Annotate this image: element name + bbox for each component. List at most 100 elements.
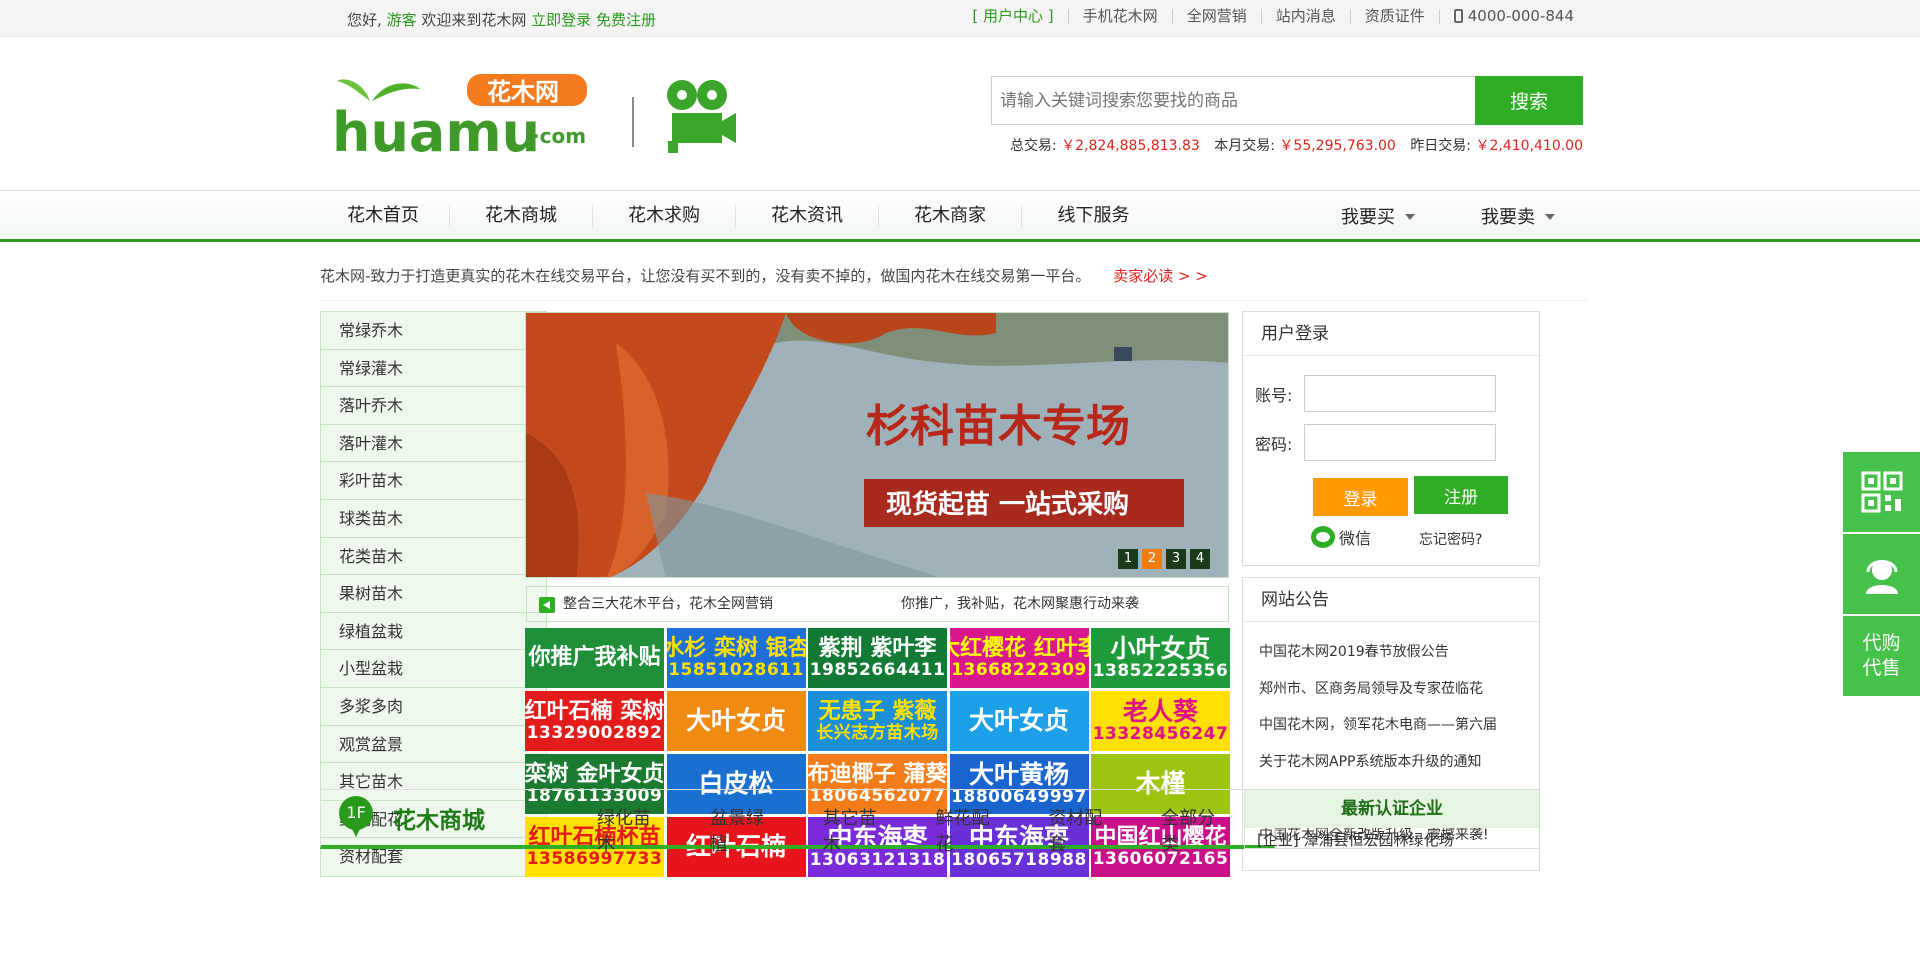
ad-tile[interactable]: 你推广我补贴 bbox=[525, 628, 664, 688]
chevron-down-icon bbox=[1545, 213, 1555, 220]
slogan-bar: 花木网-致力于打造更真实的花木在线交易平台，让您没有买不到的，没有卖不掉的，做国… bbox=[320, 242, 1588, 301]
nav-sell-dropdown[interactable]: 我要卖 bbox=[1448, 203, 1588, 229]
carousel-dot[interactable]: 3 bbox=[1166, 549, 1186, 569]
floor-link[interactable]: 其它苗木 bbox=[823, 804, 895, 856]
mobile-site-link[interactable]: 手机花木网 bbox=[1067, 9, 1172, 24]
movie-camera-icon[interactable] bbox=[660, 77, 740, 157]
phone-number: 4000-000-844 bbox=[1438, 9, 1588, 24]
carousel-dot[interactable]: 1 bbox=[1118, 549, 1138, 569]
marketing-link[interactable]: 全网营销 bbox=[1171, 9, 1261, 24]
nav-mall[interactable]: 花木商城 bbox=[450, 204, 593, 227]
category-item[interactable]: 果树苗木 bbox=[321, 575, 546, 613]
login-button[interactable]: 登录 bbox=[1313, 478, 1408, 516]
category-item[interactable]: 观赏盆景 bbox=[321, 726, 546, 764]
ad-title: 无患子 紫薇 bbox=[818, 698, 937, 724]
category-item[interactable]: 落叶乔木 bbox=[321, 387, 546, 425]
announcement-item[interactable]: 中国花木网，领军花木电商——第六届 bbox=[1259, 707, 1527, 744]
floor-link[interactable]: 绿化苗木 bbox=[597, 804, 669, 856]
seller-must-read-link[interactable]: 卖家必读 > > bbox=[1113, 267, 1208, 285]
password-input[interactable] bbox=[1304, 424, 1497, 461]
user-center-link[interactable]: [ 用户中心 ] bbox=[958, 9, 1067, 24]
ad-tile[interactable]: 大叶女贞 bbox=[666, 691, 806, 751]
announcement-item[interactable]: 关于花木网APP系统版本升级的通知 bbox=[1259, 744, 1527, 781]
category-item[interactable]: 小型盆栽 bbox=[321, 650, 546, 688]
nav-merchants[interactable]: 花木商家 bbox=[879, 204, 1022, 227]
register-button[interactable]: 注册 bbox=[1414, 476, 1508, 514]
ad-tile[interactable]: 大叶女贞 bbox=[949, 691, 1089, 751]
agent-purchase-button[interactable]: 代购代售 bbox=[1843, 616, 1920, 696]
logo-main-text: huamu bbox=[332, 101, 540, 159]
top-links: [ 用户中心 ] 手机花木网 全网营销 站内消息 资质证件 4000-000-8… bbox=[958, 9, 1588, 24]
floor-link[interactable]: 全部分类 bbox=[1161, 804, 1233, 856]
ad-title: 大叶黄杨 bbox=[968, 759, 1069, 789]
main-nav: 花木首页 花木商城 花木求购 花木资讯 花木商家 线下服务 我要买 我要卖 bbox=[0, 190, 1920, 242]
announcement-item[interactable]: 中国花木网2019春节放假公告 bbox=[1259, 634, 1527, 671]
ad-title: 小叶女贞 bbox=[1110, 633, 1211, 663]
category-item[interactable]: 落叶灌木 bbox=[321, 425, 546, 463]
ad-title: 大叶女贞 bbox=[685, 706, 786, 736]
category-item[interactable]: 绿植盆栽 bbox=[321, 613, 546, 651]
category-item[interactable]: 花类苗木 bbox=[321, 538, 546, 576]
search-input[interactable] bbox=[991, 76, 1475, 125]
floor-links: 绿化苗木 盆景绿植 其它苗木 鲜花配花 资材配套 全部分类 bbox=[597, 804, 1274, 856]
trade-stats: 总交易: ￥2,824,885,813.83 本月交易: ￥55,295,763… bbox=[1010, 135, 1583, 155]
side-float-bar: 代购代售 bbox=[1843, 452, 1920, 698]
ad-tile[interactable]: 紫荆 紫叶李 19852664411 bbox=[808, 628, 947, 688]
headset-icon bbox=[1865, 560, 1898, 594]
ad-phone: 长兴志方苗木场 bbox=[816, 722, 939, 743]
ad-tile[interactable]: 大红樱花 红叶李13668222309 bbox=[949, 628, 1089, 688]
password-row: 密码: bbox=[1255, 424, 1497, 461]
month-trade-value: ￥55,295,763.00 bbox=[1279, 138, 1396, 154]
banner-carousel[interactable]: 杉科苗木专场 现货起苗 一站式采购 1 2 3 4 bbox=[525, 312, 1229, 578]
category-item[interactable]: 彩叶苗木 bbox=[321, 462, 546, 500]
month-trade-label: 本月交易: bbox=[1214, 138, 1275, 154]
nav-offline[interactable]: 线下服务 bbox=[1022, 205, 1165, 227]
header: 花木网 huamu ·com 搜索 总交易: ￥2,824,885,813.83… bbox=[332, 37, 1588, 190]
ad-title: 水杉 栾树 银杏 bbox=[666, 635, 806, 661]
category-item[interactable]: 常绿乔木 bbox=[321, 312, 546, 350]
huamu-logo[interactable]: 花木网 huamu ·com bbox=[332, 69, 622, 159]
carousel-dot[interactable]: 4 bbox=[1190, 549, 1210, 569]
qr-code-button[interactable] bbox=[1843, 452, 1920, 532]
login-link[interactable]: 立即登录 bbox=[531, 11, 591, 29]
floor-link[interactable]: 资材配套 bbox=[1048, 804, 1120, 856]
floor-link[interactable]: 鲜花配花 bbox=[935, 804, 1007, 856]
ad-tile[interactable]: 水杉 栾树 银杏 15851028611 bbox=[666, 628, 806, 688]
ad-tile[interactable]: 老人葵 13328456247 bbox=[1091, 691, 1230, 751]
banner-title: 杉科苗木专场 bbox=[866, 401, 1130, 452]
search-bar: 搜索 bbox=[991, 76, 1583, 125]
account-row: 账号: bbox=[1255, 375, 1497, 412]
category-item[interactable]: 常绿灌木 bbox=[321, 350, 546, 388]
category-item[interactable]: 球类苗木 bbox=[321, 500, 546, 538]
banner-image: 杉科苗木专场 现货起苗 一站式采购 bbox=[526, 313, 1228, 577]
nav-news[interactable]: 花木资讯 bbox=[736, 204, 879, 227]
announcement-title: 网站公告 bbox=[1243, 578, 1539, 622]
category-item[interactable]: 多浆多肉 bbox=[321, 688, 546, 726]
wechat-icon bbox=[1311, 526, 1335, 548]
forgot-password-link[interactable]: 忘记密码? bbox=[1419, 529, 1482, 549]
ad-tile[interactable]: 无患子 紫薇 长兴志方苗木场 bbox=[808, 691, 947, 751]
certificates-link[interactable]: 资质证件 bbox=[1349, 9, 1439, 24]
ad-phone: 13668222309 bbox=[951, 659, 1087, 680]
wechat-login-link[interactable]: 微信 bbox=[1311, 525, 1371, 549]
nav-purchase[interactable]: 花木求购 bbox=[593, 204, 736, 227]
announcement-item[interactable]: 郑州市、区商务局领导及专家莅临花 bbox=[1259, 671, 1527, 708]
floor-link[interactable]: 盆景绿植 bbox=[710, 804, 782, 856]
ad-tile[interactable]: 小叶女贞 13852225356 bbox=[1091, 628, 1230, 688]
login-title: 用户登录 bbox=[1243, 312, 1539, 356]
register-link[interactable]: 免费注册 bbox=[596, 11, 656, 29]
carousel-dot[interactable]: 2 bbox=[1142, 549, 1162, 569]
nav-home[interactable]: 花木首页 bbox=[332, 204, 450, 227]
notice-link-2[interactable]: 你推广，我补贴，花木网聚惠行动来袭 bbox=[901, 587, 1139, 621]
search-button[interactable]: 搜索 bbox=[1475, 76, 1583, 125]
nav-buy-dropdown[interactable]: 我要买 bbox=[1308, 203, 1448, 229]
customer-service-button[interactable] bbox=[1843, 534, 1920, 614]
ad-tile[interactable]: 红叶石楠 栾树 13329002892 bbox=[525, 691, 664, 751]
notice-link-1[interactable]: 整合三大花木平台，花木全网营销 bbox=[563, 596, 773, 612]
phone-icon bbox=[1453, 9, 1463, 23]
ad-title: 栾树 金叶女贞 bbox=[525, 761, 664, 787]
account-input[interactable] bbox=[1304, 375, 1497, 412]
certified-item[interactable]: [企业] 漳浦县恒宏园林绿化场 bbox=[1245, 828, 1539, 852]
messages-link[interactable]: 站内消息 bbox=[1260, 9, 1350, 24]
account-label: 账号: bbox=[1255, 385, 1293, 405]
